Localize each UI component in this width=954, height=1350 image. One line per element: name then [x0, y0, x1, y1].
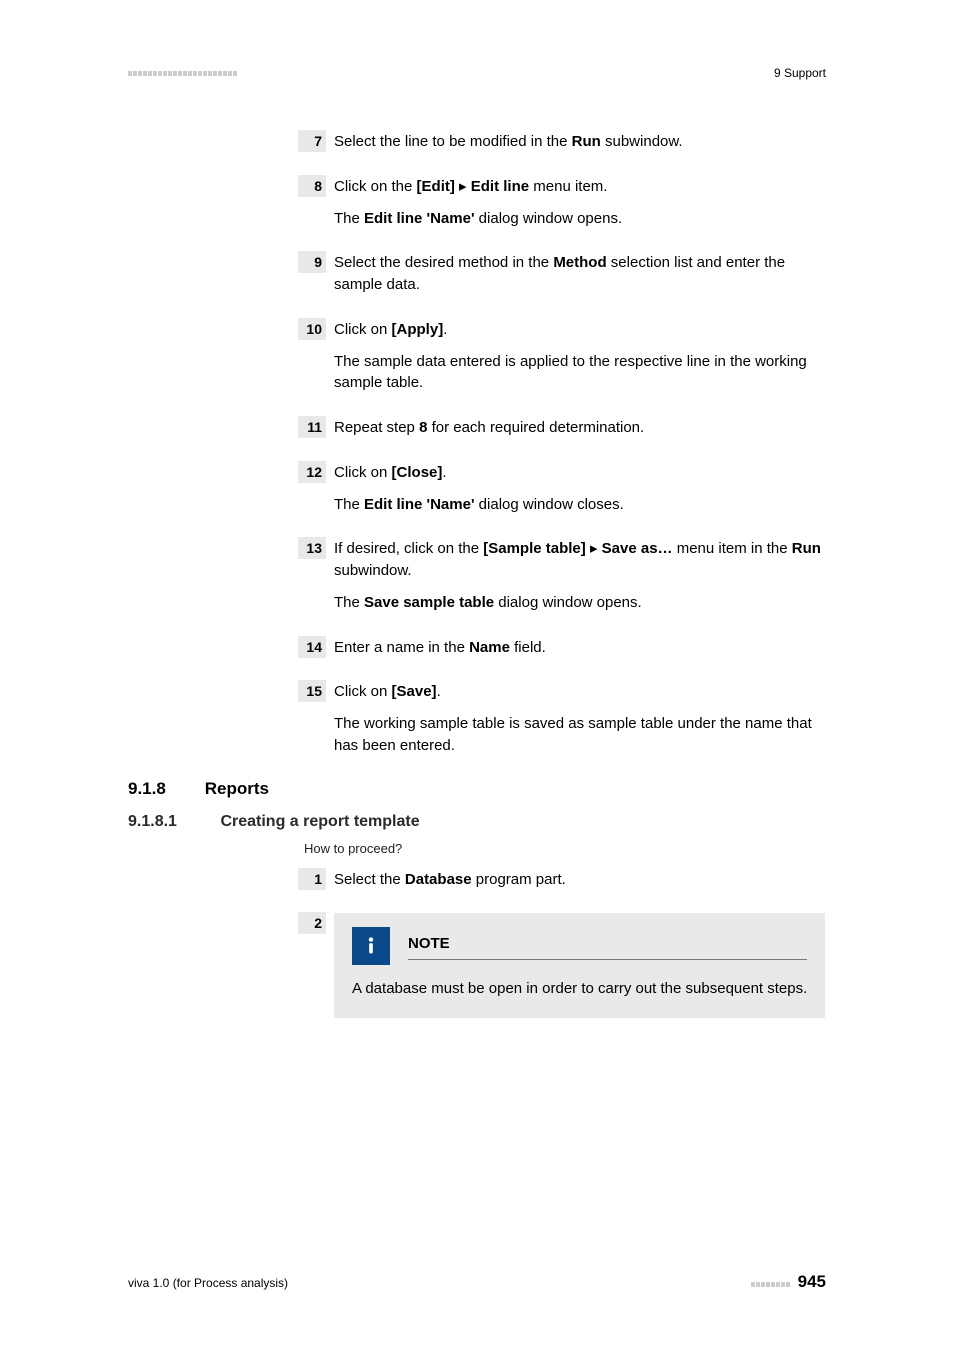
step-body: Select the Database program part. — [334, 868, 566, 891]
step-body: If desired, click on the [Sample table] … — [334, 537, 826, 613]
page-header: 9 Support — [128, 66, 826, 80]
step-line: Repeat step 8 for each required determin… — [334, 417, 644, 439]
step-number: 14 — [298, 636, 326, 658]
heading-918: 9.1.8 Reports 9.1.8.1 Creating a report … — [128, 779, 826, 831]
step-row: 15 Click on [Save]. The working sample tab… — [298, 680, 826, 756]
step-number: 11 — [298, 416, 326, 438]
info-icon — [352, 927, 390, 965]
step-body: Enter a name in the Name field. — [334, 636, 546, 659]
note-body: A database must be open in order to carr… — [352, 978, 807, 1000]
step-number: 2 — [298, 912, 326, 934]
footer-decor-dashes — [751, 1282, 790, 1287]
step-number: 7 — [298, 130, 326, 152]
step-body: Click on [Save]. The working sample table… — [334, 680, 826, 756]
how-to-proceed: How to proceed? — [304, 841, 826, 856]
step-body: Click on the [Edit] ▸ Edit line menu ite… — [334, 175, 622, 230]
step-line: Select the line to be modified in the Ru… — [334, 131, 683, 153]
step-line: Click on the [Edit] ▸ Edit line menu ite… — [334, 176, 622, 198]
step-row: 1 Select the Database program part. — [298, 868, 826, 891]
header-section: 9 Support — [774, 66, 826, 80]
heading-9181-num: 9.1.8.1 — [128, 813, 216, 831]
step-number: 15 — [298, 680, 326, 702]
page-footer: viva 1.0 (for Process analysis) 945 — [128, 1272, 826, 1292]
step-body: Click on [Close]. The Edit line 'Name' di… — [334, 461, 624, 516]
step-row: 10 Click on [Apply]. The sample data enter… — [298, 318, 826, 394]
step-number: 10 — [298, 318, 326, 340]
step-line: The Save sample table dialog window open… — [334, 592, 826, 614]
step-number: 13 — [298, 537, 326, 559]
step-line: Enter a name in the Name field. — [334, 637, 546, 659]
step-row: 2 NOTE A database must be open in order … — [298, 912, 826, 1018]
step-line: The Edit line 'Name' dialog window close… — [334, 494, 624, 516]
step-number: 9 — [298, 251, 326, 273]
step-number: 1 — [298, 868, 326, 890]
step-body: Select the desired method in the Method … — [334, 251, 826, 296]
step-number: 8 — [298, 175, 326, 197]
note-box: NOTE A database must be open in order to… — [334, 913, 825, 1018]
step-line: The sample data entered is applied to th… — [334, 351, 826, 395]
step-line: Click on [Close]. — [334, 462, 624, 484]
step-line: If desired, click on the [Sample table] … — [334, 538, 826, 582]
step-line: Click on [Apply]. — [334, 319, 826, 341]
step-number: 12 — [298, 461, 326, 483]
step-row: 13 If desired, click on the [Sample table… — [298, 537, 826, 613]
heading-918-title: Reports — [205, 779, 269, 798]
step-body: Click on [Apply]. The sample data entered… — [334, 318, 826, 394]
header-decor-dashes — [128, 71, 238, 76]
heading-9181-title: Creating a report template — [220, 813, 419, 830]
steps-list-a: 7 Select the line to be modified in the R… — [128, 130, 826, 757]
step-row: 12 Click on [Close]. The Edit line 'Name' … — [298, 461, 826, 516]
page-number: 945 — [798, 1272, 826, 1292]
step-line: The Edit line 'Name' dialog window opens… — [334, 208, 622, 230]
step-line: Click on [Save]. — [334, 681, 826, 703]
step-row: 9 Select the desired method in the Method… — [298, 251, 826, 296]
note-title: NOTE — [408, 933, 807, 960]
step-row: 11 Repeat step 8 for each required determ… — [298, 416, 826, 439]
footer-left: viva 1.0 (for Process analysis) — [128, 1276, 288, 1290]
step-line: Select the Database program part. — [334, 869, 566, 891]
steps-list-b: 1 Select the Database program part. — [128, 868, 826, 891]
step-row: 14 Enter a name in the Name field. — [298, 636, 826, 659]
step-row: 8 Click on the [Edit] ▸ Edit line menu it… — [298, 175, 826, 230]
step-body: Repeat step 8 for each required determin… — [334, 416, 644, 439]
step-line: Select the desired method in the Method … — [334, 252, 826, 296]
heading-918-num: 9.1.8 — [128, 779, 200, 799]
step-row: 7 Select the line to be modified in the R… — [298, 130, 826, 153]
step-line: The working sample table is saved as sam… — [334, 713, 826, 757]
step-body: Select the line to be modified in the Ru… — [334, 130, 683, 153]
